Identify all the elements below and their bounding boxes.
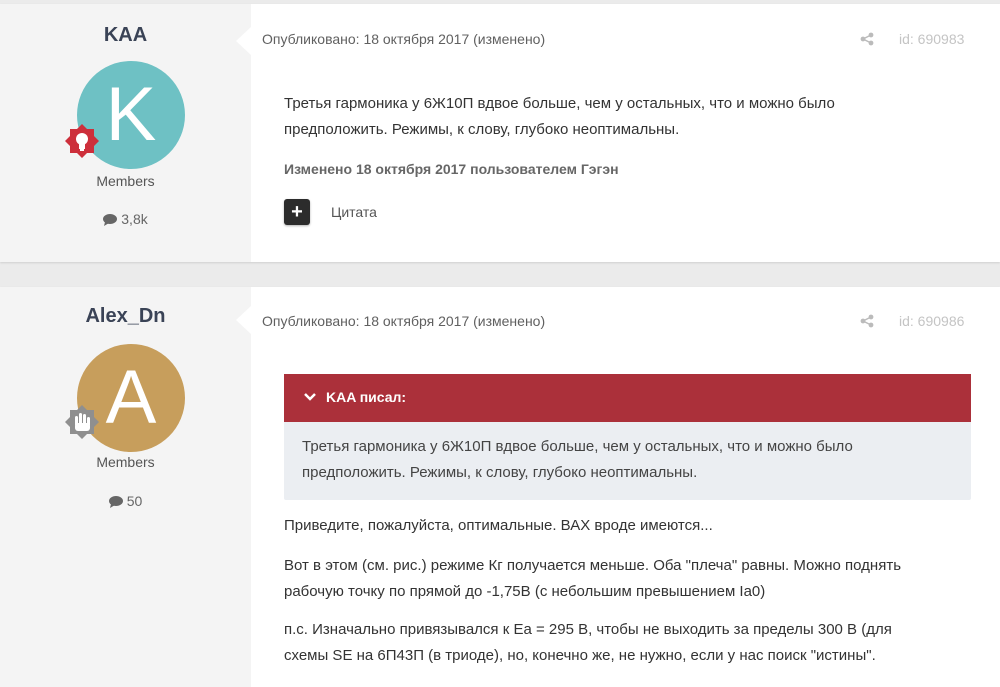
post-content: Опубликовано: 18 октября 2017 (изменено)… — [252, 4, 1000, 262]
post-690986: Alex_Dn A Members 50 Опубликовано: 18 ок… — [0, 287, 1000, 687]
post-text-line: п.с. Изначально привязывался к Еа = 295 … — [284, 621, 892, 638]
post-text-line: Вот в этом (см. рис.) режиме Кг получает… — [284, 557, 902, 574]
comment-icon — [103, 214, 118, 226]
lightbulb-icon — [64, 123, 100, 159]
share-icon[interactable] — [860, 314, 874, 328]
post-count-value: 3,8k — [121, 211, 148, 227]
post-id[interactable]: id: 690986 — [899, 313, 964, 329]
post-text-line: предположить. Режимы, к слову, глубоко н… — [284, 121, 680, 138]
quote-text-line: предположить. Режимы, к слову, глубоко н… — [302, 464, 698, 481]
quote-text-line: Третья гармоника у 6Ж10П вдвое больше, ч… — [302, 438, 853, 455]
post-pointer — [236, 26, 252, 56]
author-name-link[interactable]: Alex_Dn — [0, 305, 251, 328]
post-text-line: Третья гармоника у 6Ж10П вдвое больше, ч… — [284, 95, 835, 112]
post-690983: KAA K Members 3,8k Опубликовано: 18 октя… — [0, 4, 1000, 262]
member-group: Members — [96, 454, 155, 470]
edited-note: Изменено 18 октября 2017 пользователем Г… — [284, 161, 619, 177]
blockquote: KAA писал: Третья гармоника у 6Ж10П вдво… — [284, 374, 971, 500]
post-paragraph: Вот в этом (см. рис.) режиме Кг получает… — [284, 553, 901, 605]
quote-citation: KAA писал: — [326, 389, 407, 405]
post-text-line: рабочую точку по прямой до -1,75В (с неб… — [284, 583, 766, 600]
post-count: 50 — [0, 493, 251, 509]
share-icon[interactable] — [860, 32, 874, 46]
post-count-value: 50 — [126, 493, 143, 509]
author-panel: KAA K Members 3,8k — [0, 4, 251, 262]
quote-header[interactable]: KAA писал: — [284, 374, 971, 422]
post-count: 3,8k — [0, 211, 251, 227]
post-text: Третья гармоника у 6Ж10П вдвое больше, ч… — [284, 91, 835, 143]
post-date[interactable]: Опубликовано: 18 октября 2017 (изменено) — [262, 31, 545, 47]
author-panel: Alex_Dn A Members 50 — [0, 287, 251, 687]
member-group: Members — [96, 173, 155, 189]
post-text-line: схемы SE на 6П43П (в триоде), но, конечн… — [284, 647, 876, 664]
comment-icon — [108, 496, 123, 508]
post-id[interactable]: id: 690983 — [899, 31, 964, 47]
post-date[interactable]: Опубликовано: 18 октября 2017 (изменено) — [262, 313, 545, 329]
quote-button[interactable]: Цитата — [331, 204, 377, 220]
post-paragraph: Приведите, пожалуйста, оптимальные. ВАХ … — [284, 513, 713, 539]
post-content: Опубликовано: 18 октября 2017 (изменено)… — [252, 287, 1000, 687]
hand-icon — [64, 404, 100, 440]
post-pointer — [236, 305, 252, 335]
post-paragraph: п.с. Изначально привязывался к Еа = 295 … — [284, 617, 892, 669]
post-text-line: Приведите, пожалуйста, оптимальные. ВАХ … — [284, 517, 713, 534]
quote-text: Третья гармоника у 6Ж10П вдвое больше, ч… — [302, 434, 853, 486]
plus-icon[interactable]: + — [284, 199, 310, 225]
author-name-link[interactable]: KAA — [0, 24, 251, 47]
chevron-down-icon[interactable] — [302, 389, 318, 405]
